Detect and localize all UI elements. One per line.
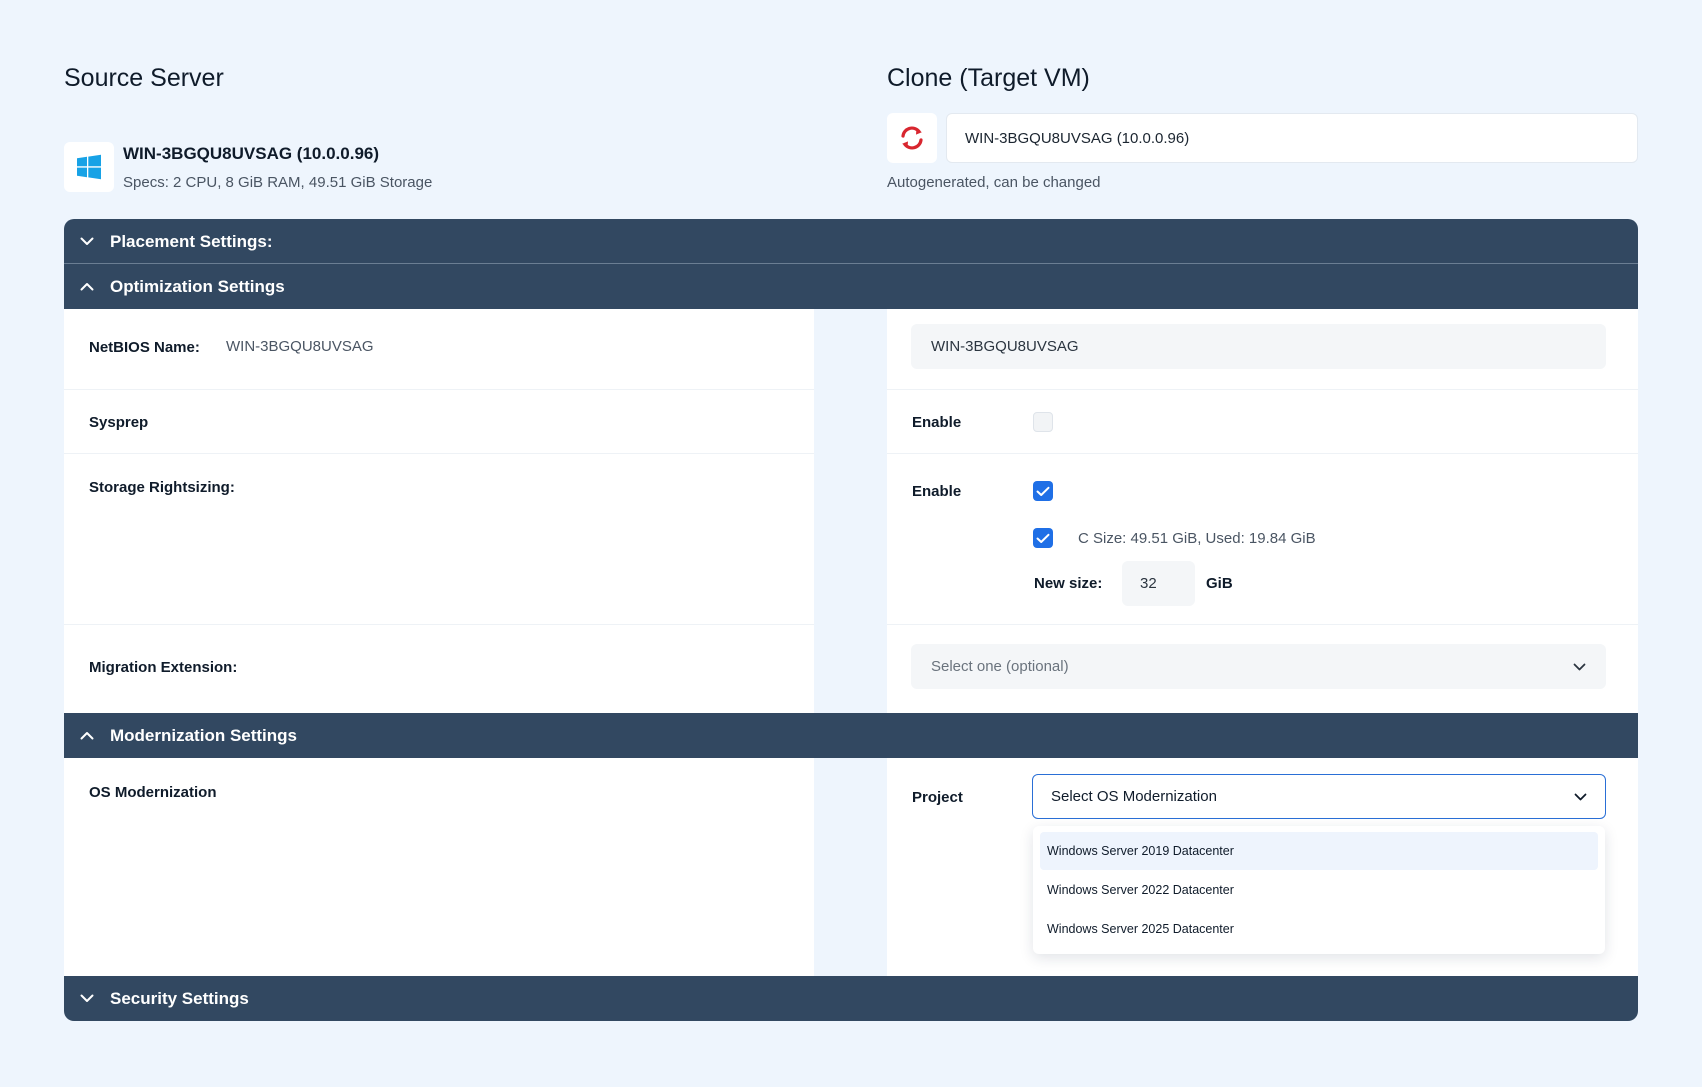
storage-enable-checkbox[interactable] — [1033, 481, 1053, 501]
optimization-settings-label: Optimization Settings — [110, 276, 285, 296]
optimization-source-panel — [64, 309, 814, 713]
project-label: Project — [912, 789, 963, 806]
row-divider — [887, 389, 1638, 390]
row-divider — [887, 453, 1638, 454]
clone-name-hint: Autogenerated, can be changed — [887, 174, 1101, 191]
chevron-up-icon — [64, 282, 110, 291]
row-divider — [64, 389, 814, 390]
netbios-source-value: WIN-3BGQU8UVSAG — [226, 338, 374, 355]
source-server-title: Source Server — [64, 64, 224, 92]
placement-settings-label: Placement Settings: — [110, 231, 273, 251]
security-settings-label: Security Settings — [110, 988, 249, 1008]
windows-logo-icon — [64, 142, 114, 192]
sysprep-label: Sysprep — [89, 414, 149, 431]
disk-c-size-label: C Size: 49.51 GiB, Used: 19.84 GiB — [1078, 530, 1316, 547]
storage-enable-label: Enable — [912, 483, 962, 500]
checkmark-icon — [1036, 486, 1050, 496]
source-server-specs: Specs: 2 CPU, 8 GiB RAM, 49.51 GiB Stora… — [123, 174, 433, 191]
migration-extension-placeholder: Select one (optional) — [931, 658, 1069, 675]
new-size-label: New size: — [1034, 575, 1103, 592]
os-modernization-placeholder: Select OS Modernization — [1051, 788, 1217, 805]
migration-extension-label: Migration Extension: — [89, 659, 238, 676]
new-size-input[interactable] — [1122, 561, 1195, 606]
storage-rightsizing-label: Storage Rightsizing: — [89, 479, 235, 496]
source-server-name: WIN-3BGQU8UVSAG (10.0.0.96) — [123, 144, 380, 163]
dropdown-option[interactable]: Windows Server 2025 Datacenter — [1040, 910, 1598, 948]
security-settings-header[interactable]: Security Settings — [64, 976, 1638, 1021]
chevron-down-icon — [1573, 658, 1586, 675]
new-size-unit: GiB — [1206, 575, 1233, 592]
dropdown-option[interactable]: Windows Server 2022 Datacenter — [1040, 871, 1598, 909]
chevron-down-icon — [64, 237, 110, 246]
sysprep-enable-label: Enable — [912, 414, 962, 431]
optimization-settings-header[interactable]: Optimization Settings — [64, 264, 1638, 309]
disk-c-checkbox[interactable] — [1033, 528, 1053, 548]
clone-target-title: Clone (Target VM) — [887, 64, 1090, 92]
netbios-label: NetBIOS Name: — [89, 339, 200, 356]
chevron-up-icon — [64, 731, 110, 740]
row-divider — [64, 453, 814, 454]
chevron-down-icon — [1574, 788, 1587, 805]
migration-extension-select[interactable]: Select one (optional) — [911, 644, 1606, 689]
os-modernization-dropdown: Windows Server 2019 Datacenter Windows S… — [1033, 826, 1605, 954]
modernization-settings-label: Modernization Settings — [110, 725, 297, 745]
placement-settings-header[interactable]: Placement Settings: — [64, 219, 1638, 264]
chevron-down-icon — [64, 994, 110, 1003]
dropdown-option[interactable]: Windows Server 2019 Datacenter — [1040, 832, 1598, 870]
sysprep-enable-checkbox[interactable] — [1033, 412, 1053, 432]
sync-icon — [887, 113, 937, 163]
netbios-name-input[interactable] — [911, 324, 1606, 369]
os-modernization-label: OS Modernization — [89, 784, 217, 801]
row-divider — [887, 624, 1638, 625]
row-divider — [64, 624, 814, 625]
checkmark-icon — [1036, 533, 1050, 543]
os-modernization-select[interactable]: Select OS Modernization — [1032, 774, 1606, 819]
modernization-settings-header[interactable]: Modernization Settings — [64, 713, 1638, 758]
clone-name-input[interactable] — [946, 113, 1638, 163]
